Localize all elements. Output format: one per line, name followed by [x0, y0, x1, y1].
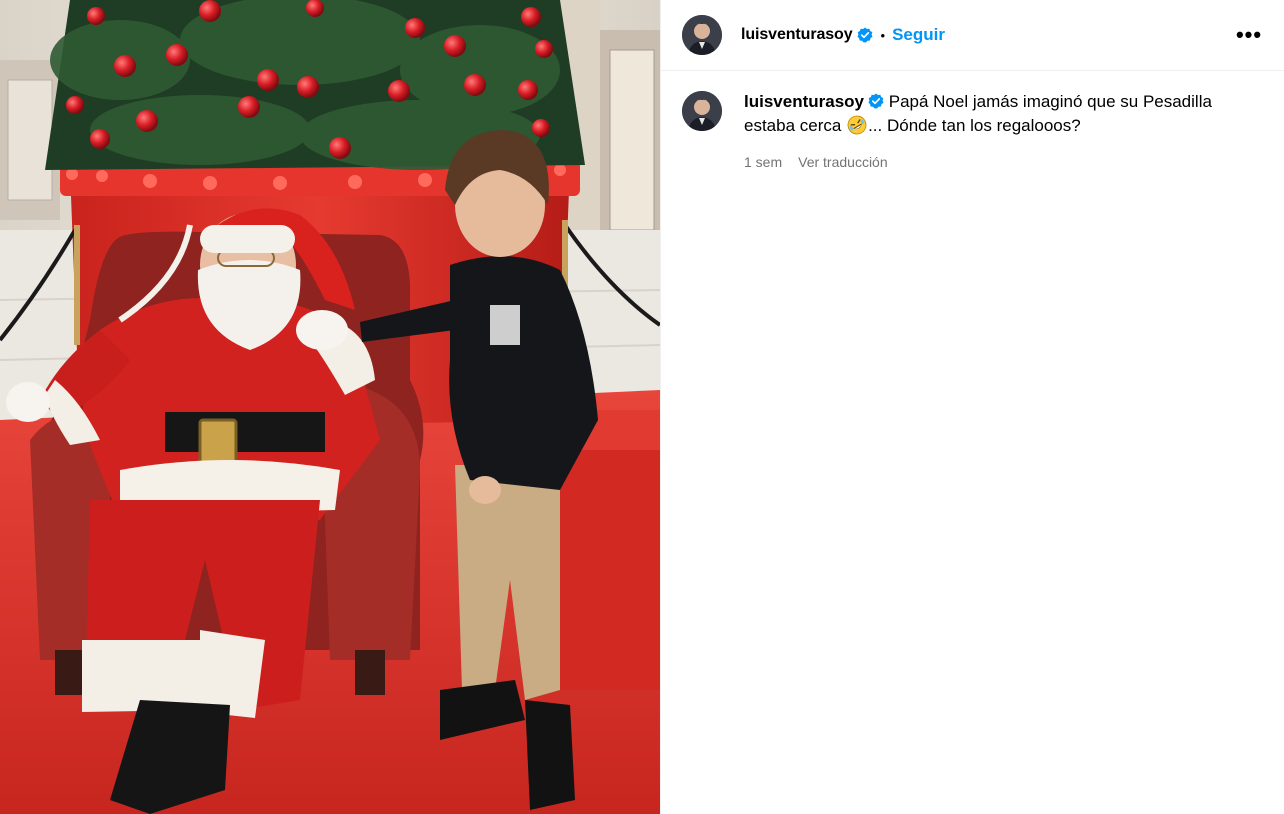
profile-avatar-icon	[682, 91, 722, 131]
see-translation-button[interactable]: Ver traducción	[798, 154, 888, 170]
follow-button[interactable]: Seguir	[892, 25, 945, 45]
author-username-link[interactable]: luisventurasoy	[741, 26, 853, 44]
more-options-icon[interactable]: •••	[1236, 22, 1262, 48]
caption-text-part-2: ... Dónde tan los regalooos?	[868, 116, 1081, 135]
caption-text: luisventurasoy Papá Noel jamás imaginó q…	[744, 90, 1244, 138]
rolling-on-floor-laughing-emoji-icon	[847, 115, 867, 135]
santa-photo-illustration	[0, 0, 660, 814]
header-separator: •	[880, 27, 886, 43]
verified-badge-icon	[857, 27, 873, 43]
author-avatar[interactable]	[682, 15, 722, 55]
post-side-panel: luisventurasoy • Seguir ••• luisventuras…	[660, 0, 1284, 814]
caption-comment: luisventurasoy Papá Noel jamás imaginó q…	[682, 90, 1262, 170]
instagram-post: luisventurasoy • Seguir ••• luisventuras…	[0, 0, 1284, 814]
caption-body: luisventurasoy Papá Noel jamás imaginó q…	[744, 90, 1244, 170]
post-header: luisventurasoy • Seguir •••	[661, 0, 1284, 71]
caption-meta: 1 sem Ver traducción	[744, 154, 1244, 170]
profile-avatar-icon	[682, 15, 722, 55]
verified-badge-icon	[868, 93, 884, 109]
caption-username-link[interactable]: luisventurasoy	[744, 92, 864, 111]
caption-author-avatar[interactable]	[682, 91, 722, 131]
post-photo[interactable]	[0, 0, 660, 814]
post-timestamp[interactable]: 1 sem	[744, 154, 782, 170]
